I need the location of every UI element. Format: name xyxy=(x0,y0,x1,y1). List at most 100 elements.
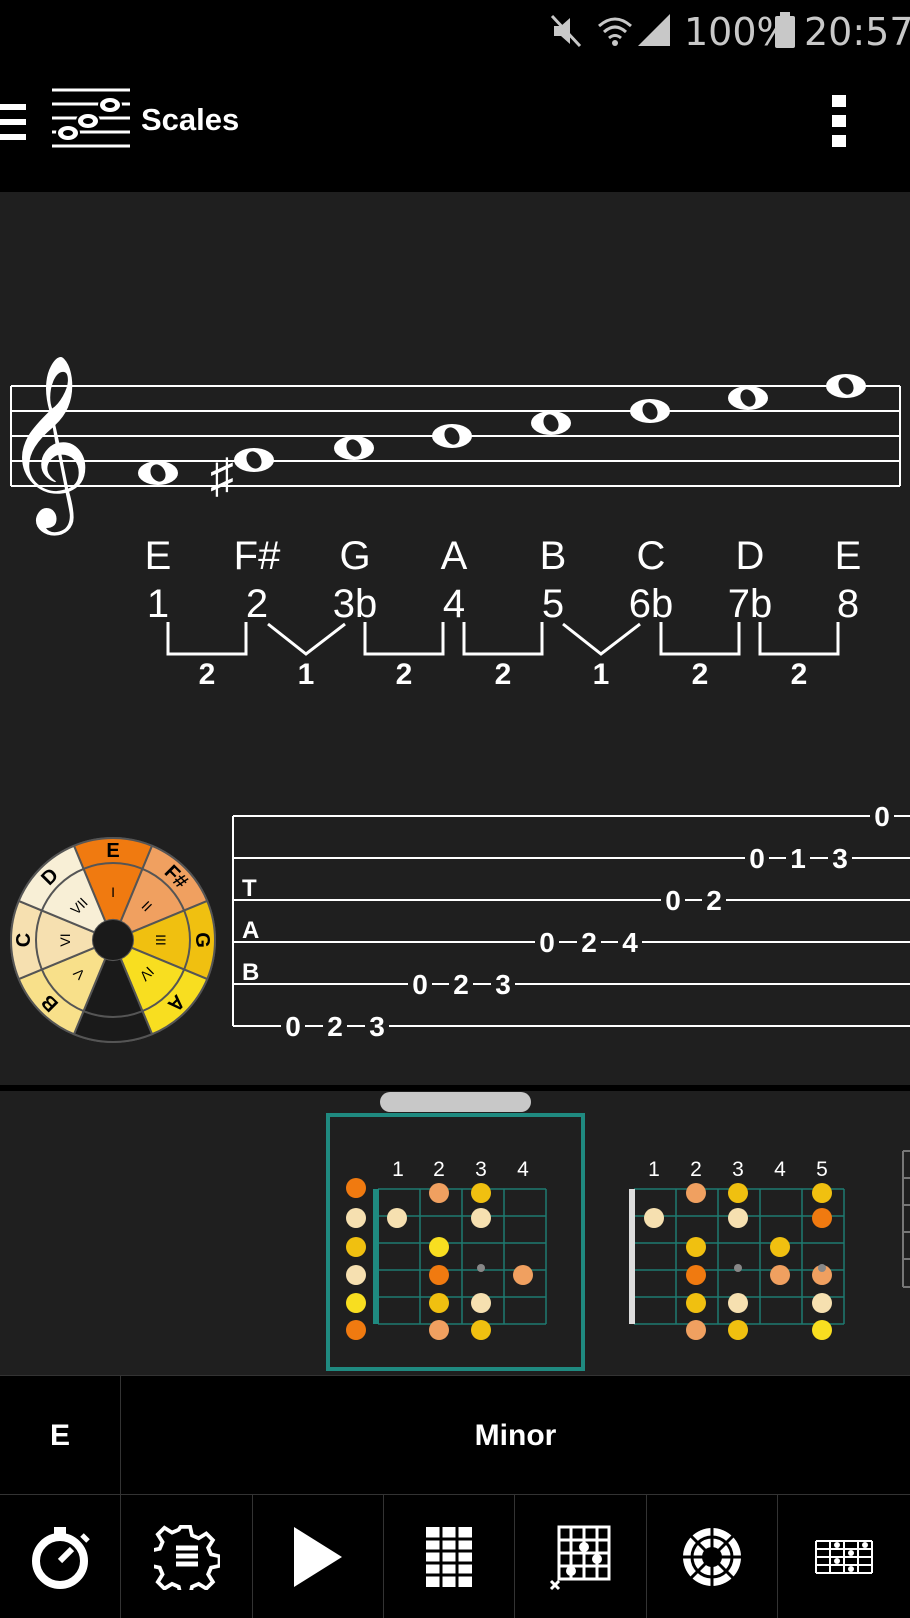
tab-fret-number: 2 xyxy=(581,927,597,958)
interval-step: 2 xyxy=(495,658,512,691)
fret-dot xyxy=(686,1183,706,1203)
scale-degree: 8 xyxy=(837,582,859,626)
scale-degree: 1 xyxy=(147,582,169,626)
menu-icon[interactable] xyxy=(0,102,28,142)
grid-view-button[interactable] xyxy=(384,1495,515,1618)
fret-dot xyxy=(812,1183,832,1203)
staff-note xyxy=(334,436,374,460)
tab-clef-t: T xyxy=(242,875,257,902)
fretboard-diagram-2[interactable] xyxy=(629,1183,845,1340)
tab-clef-a: A xyxy=(242,917,259,944)
tab-fret-number: 0 xyxy=(749,843,765,874)
metronome-icon xyxy=(32,1526,90,1589)
scale-degree: 2 xyxy=(246,582,268,626)
fret-dot xyxy=(387,1208,407,1228)
fret-dot xyxy=(346,1265,366,1285)
note-name: G xyxy=(339,534,370,578)
fret-numbers-1: 1 2 3 4 xyxy=(392,1158,529,1181)
gear-icon xyxy=(153,1524,220,1590)
tab-fret-number: 3 xyxy=(832,843,848,874)
fret-number: 5 xyxy=(816,1158,828,1181)
sharp-accidental: ♯ xyxy=(210,450,234,503)
overflow-menu-icon[interactable] xyxy=(832,95,846,147)
fret-number: 3 xyxy=(732,1158,744,1181)
note-name: D xyxy=(736,534,765,578)
tab-fret-number: 4 xyxy=(622,927,638,958)
scale-degree: 6b xyxy=(629,582,674,626)
tab-fret-numbers: 00 1 30 20 2 40 2 30 2 3 xyxy=(281,801,894,1042)
tab-fret-number: 1 xyxy=(790,843,806,874)
fretboard-diagram-3[interactable] xyxy=(902,1150,910,1288)
scale-view: 𝄞 ♯ E F# G A B C D E 1 2 3b 4 5 6b 7b 8 xyxy=(0,192,910,1085)
tab-fret-number: 3 xyxy=(495,969,511,1000)
fret-dot xyxy=(471,1183,491,1203)
fretboard-selected[interactable] xyxy=(326,1113,585,1371)
circle-wheel-icon xyxy=(683,1527,741,1586)
staff-notes xyxy=(138,374,866,485)
fretboard-view-button[interactable] xyxy=(778,1495,910,1618)
fret-dot xyxy=(728,1293,748,1313)
fret-dot xyxy=(429,1183,449,1203)
tab-fret-number: 0 xyxy=(412,969,428,1000)
staff-note xyxy=(138,461,178,485)
fret-dot xyxy=(686,1320,706,1340)
wheel-label: E xyxy=(106,840,119,862)
tab-fret-number: 0 xyxy=(874,801,890,832)
fret-dot xyxy=(429,1320,449,1340)
scale-degree: 3b xyxy=(333,582,378,626)
fret-dot xyxy=(429,1293,449,1313)
scale-selector: E Minor xyxy=(0,1375,910,1496)
staff-note xyxy=(234,448,274,472)
status-bar: 100% 20:57 xyxy=(0,0,910,62)
fret-dot xyxy=(471,1208,491,1228)
fret-dot xyxy=(818,1264,826,1272)
fret-dot xyxy=(812,1293,832,1313)
fret-dot xyxy=(471,1293,491,1313)
grid-icon xyxy=(426,1526,472,1587)
wifi-icon xyxy=(598,17,632,46)
note-name: C xyxy=(637,534,666,578)
note-name: F# xyxy=(234,534,281,578)
fret-dot xyxy=(346,1178,366,1198)
scale-type-button[interactable]: Minor xyxy=(121,1376,910,1496)
note-name: B xyxy=(540,534,567,578)
wheel-label: G xyxy=(191,932,213,948)
chord-diagram-button[interactable] xyxy=(515,1495,647,1618)
circle-view-button[interactable] xyxy=(647,1495,778,1618)
fret-dot xyxy=(728,1183,748,1203)
mute-icon xyxy=(550,14,582,48)
settings-button[interactable] xyxy=(121,1495,253,1618)
note-names: E F# G A B C D E xyxy=(145,534,862,578)
staff-note xyxy=(826,374,866,398)
fret-numbers-2: 1 2 3 4 5 xyxy=(648,1158,828,1181)
fret-number: 1 xyxy=(392,1158,404,1181)
note-name: E xyxy=(835,534,862,578)
wheel-numeral: I xyxy=(111,884,115,900)
fret-dot xyxy=(477,1264,485,1272)
root-note-button[interactable]: E xyxy=(0,1376,121,1496)
tab-fret-number: 3 xyxy=(369,1011,385,1042)
wheel-numeral: III xyxy=(153,934,169,946)
fret-dot xyxy=(346,1320,366,1340)
treble-clef-icon: 𝄞 xyxy=(4,356,93,536)
clock: 20:57 xyxy=(804,10,910,54)
fret-dot xyxy=(812,1208,832,1228)
key-wheel[interactable]: EI F#IIGIIIAIVBVC VIDVII xyxy=(10,837,216,1043)
fret-number: 3 xyxy=(475,1158,487,1181)
fret-number: 4 xyxy=(517,1158,529,1181)
fretboard-diagram-1[interactable] xyxy=(346,1178,547,1340)
play-button[interactable] xyxy=(253,1495,384,1618)
fret-dot xyxy=(429,1265,449,1285)
tab-clef-b: B xyxy=(242,959,259,986)
interval-step: 2 xyxy=(692,658,709,691)
app-bar: Scales xyxy=(0,62,910,192)
note-name: A xyxy=(441,534,468,578)
fret-number: 2 xyxy=(690,1158,702,1181)
chord-diagram-icon xyxy=(549,1525,610,1590)
metronome-button[interactable] xyxy=(0,1495,121,1618)
play-icon xyxy=(294,1526,342,1587)
interval-step: 2 xyxy=(199,658,216,691)
note-name: E xyxy=(145,534,172,578)
fret-dot xyxy=(429,1237,449,1257)
fret-dot xyxy=(686,1237,706,1257)
